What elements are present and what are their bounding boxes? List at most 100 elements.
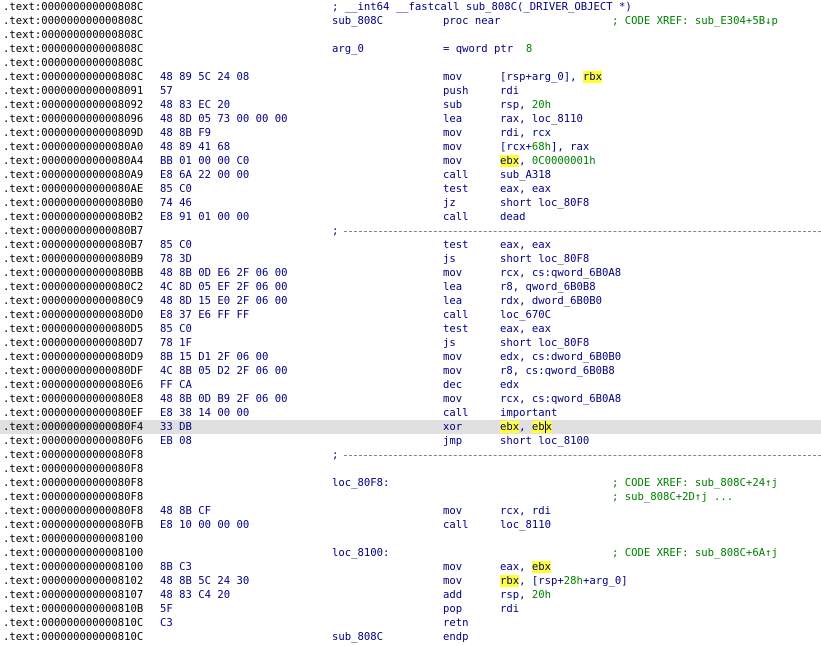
instruction-mnemonic[interactable]: mov bbox=[443, 392, 462, 406]
instruction-operands[interactable]: short loc_80F8 bbox=[500, 196, 589, 210]
line-address[interactable]: .text:000000000000809D bbox=[3, 126, 143, 140]
listing-line[interactable]: .text:00000000000080F8; bbox=[0, 448, 821, 462]
line-address[interactable]: .text:00000000000080F8 bbox=[3, 448, 143, 462]
line-address[interactable]: .text:00000000000080A4 bbox=[3, 154, 143, 168]
listing-line[interactable]: .text:000000000000808C ; __int64 __fastca… bbox=[0, 0, 821, 14]
instruction-operands[interactable]: short loc_80F8 bbox=[500, 336, 589, 350]
instruction-operands[interactable]: eax, eax bbox=[500, 322, 551, 336]
line-address[interactable]: .text:0000000000008096 bbox=[3, 112, 143, 126]
instruction-operands[interactable]: rdi, rcx bbox=[500, 126, 551, 140]
instruction-mnemonic[interactable]: mov bbox=[443, 266, 462, 280]
line-address[interactable]: .text:00000000000080B0 bbox=[3, 196, 143, 210]
line-address[interactable]: .text:00000000000080F8 bbox=[3, 476, 143, 490]
listing-line[interactable]: .text:00000000000080F8 ; sub_808C+2D↑j ..… bbox=[0, 490, 821, 504]
listing-line[interactable]: .text:000000000000809D 48 8B F9 mov rdi, rc… bbox=[0, 126, 821, 140]
line-address[interactable]: .text:00000000000080B9 bbox=[3, 252, 143, 266]
line-address[interactable]: .text:000000000000808C bbox=[3, 70, 143, 84]
listing-line[interactable]: .text:00000000000080B7 85 C0 test eax, eax bbox=[0, 238, 821, 252]
instruction-operands[interactable]: rdi bbox=[500, 84, 519, 98]
line-address[interactable]: .text:00000000000080C9 bbox=[3, 294, 143, 308]
listing-line[interactable]: .text:00000000000080B9 78 3D js short loc_8… bbox=[0, 252, 821, 266]
listing-line[interactable]: .text:000000000000810B 5F pop rdi bbox=[0, 602, 821, 616]
listing-line-selected[interactable]: .text:00000000000080F4 33 DB xor ebx, ebx bbox=[0, 420, 821, 434]
line-address[interactable]: .text:00000000000080E6 bbox=[3, 378, 143, 392]
instruction-operands[interactable]: rcx, cs:qword_6B0A8 bbox=[500, 392, 621, 406]
listing-line[interactable]: .text:00000000000080B2 E8 91 01 00 00 call… bbox=[0, 210, 821, 224]
line-address[interactable]: .text:00000000000080B7 bbox=[3, 238, 143, 252]
instruction-mnemonic[interactable]: jz bbox=[443, 196, 456, 210]
listing-line[interactable]: .text:000000000000810C C3 retn bbox=[0, 616, 821, 630]
listing-line[interactable]: .text:00000000000080B7; bbox=[0, 224, 821, 238]
code-label[interactable]: sub_808C bbox=[332, 14, 383, 28]
line-address[interactable]: .text:00000000000080D0 bbox=[3, 308, 143, 322]
code-label[interactable]: loc_8100: bbox=[332, 546, 389, 560]
instruction-mnemonic[interactable]: test bbox=[443, 322, 469, 336]
instruction-mnemonic[interactable]: mov bbox=[443, 70, 462, 84]
listing-line[interactable]: .text:00000000000080FB E8 10 00 00 00 call… bbox=[0, 518, 821, 532]
listing-line[interactable]: .text:00000000000080A0 48 89 41 68 mov [rcx… bbox=[0, 140, 821, 154]
line-address[interactable]: .text:0000000000008091 bbox=[3, 84, 143, 98]
line-address[interactable]: .text:00000000000080E8 bbox=[3, 392, 143, 406]
instruction-operands[interactable]: ebx, ebx bbox=[500, 420, 553, 434]
line-address[interactable]: .text:00000000000080B7 bbox=[3, 224, 143, 238]
listing-line[interactable]: .text:00000000000080BB 48 8B 0D E6 2F 06 … bbox=[0, 266, 821, 280]
instruction-mnemonic[interactable]: lea bbox=[443, 280, 462, 294]
code-label[interactable]: arg_0 bbox=[332, 42, 364, 56]
instruction-operands[interactable]: ebx, 0C0000001h bbox=[500, 154, 596, 168]
instruction-mnemonic[interactable]: mov bbox=[443, 504, 462, 518]
register-highlight[interactable]: ebx bbox=[531, 561, 552, 573]
instruction-mnemonic[interactable]: lea bbox=[443, 112, 462, 126]
instruction-operands[interactable]: [rcx+68h], rax bbox=[500, 140, 589, 154]
listing-line[interactable]: .text:0000000000008092 48 83 EC 20 sub rsp,… bbox=[0, 98, 821, 112]
listing-line[interactable]: .text:0000000000008102 48 8B 5C 24 30 mov r… bbox=[0, 574, 821, 588]
instruction-mnemonic[interactable]: call bbox=[443, 518, 469, 532]
instruction-operands[interactable]: [rsp+arg_0], rbx bbox=[500, 70, 603, 84]
instruction-operands[interactable]: eax, ebx bbox=[500, 560, 552, 574]
instruction-mnemonic[interactable]: xor bbox=[443, 420, 462, 434]
listing-line[interactable]: .text:00000000000080D5 85 C0 test eax, eax bbox=[0, 322, 821, 336]
listing-line[interactable]: .text:00000000000080D7 78 1F js short loc_8… bbox=[0, 336, 821, 350]
listing-line[interactable]: .text:000000000000808C 48 89 5C 24 08 mov [… bbox=[0, 70, 821, 84]
listing-line[interactable]: .text:00000000000080F8 loc_80F8: ; CODE XR… bbox=[0, 476, 821, 490]
listing-line[interactable]: .text:00000000000080AE 85 C0 test eax, eax bbox=[0, 182, 821, 196]
line-address[interactable]: .text:00000000000080A0 bbox=[3, 140, 143, 154]
line-address[interactable]: .text:0000000000008100 bbox=[3, 546, 143, 560]
listing-line[interactable]: .text:0000000000008107 48 83 C4 20 add rsp,… bbox=[0, 588, 821, 602]
instruction-mnemonic[interactable]: call bbox=[443, 406, 469, 420]
instruction-operands[interactable]: sub_A318 bbox=[500, 168, 551, 182]
listing-line[interactable]: .text:00000000000080C9 48 8D 15 E0 2F 06 … bbox=[0, 294, 821, 308]
line-address[interactable]: .text:00000000000080F8 bbox=[3, 490, 143, 504]
instruction-mnemonic[interactable]: call bbox=[443, 308, 469, 322]
instruction-operands[interactable]: eax, eax bbox=[500, 182, 551, 196]
instruction-mnemonic[interactable]: endp bbox=[443, 630, 469, 644]
line-address[interactable]: .text:00000000000080F6 bbox=[3, 434, 143, 448]
instruction-operands[interactable]: rsp, 20h bbox=[500, 98, 551, 112]
code-label[interactable]: loc_80F8: bbox=[332, 476, 389, 490]
line-address[interactable]: .text:00000000000080F4 bbox=[3, 420, 143, 434]
instruction-mnemonic[interactable]: call bbox=[443, 210, 469, 224]
instruction-mnemonic[interactable]: jmp bbox=[443, 434, 462, 448]
instruction-operands[interactable]: rdi bbox=[500, 602, 519, 616]
disassembly-listing[interactable]: .text:000000000000808C ; __int64 __fastca… bbox=[0, 0, 821, 646]
line-address[interactable]: .text:000000000000810B bbox=[3, 602, 143, 616]
instruction-operands[interactable]: rax, loc_8110 bbox=[500, 112, 583, 126]
line-address[interactable]: .text:0000000000008092 bbox=[3, 98, 143, 112]
listing-line[interactable]: .text:000000000000808C bbox=[0, 28, 821, 42]
line-address[interactable]: .text:000000000000810C bbox=[3, 630, 143, 644]
line-address[interactable]: .text:000000000000808C bbox=[3, 42, 143, 56]
line-address[interactable]: .text:00000000000080D7 bbox=[3, 336, 143, 350]
line-address[interactable]: .text:0000000000008100 bbox=[3, 560, 143, 574]
instruction-operands[interactable]: dead bbox=[500, 210, 526, 224]
line-address[interactable]: .text:00000000000080D9 bbox=[3, 350, 143, 364]
line-address[interactable]: .text:00000000000080AE bbox=[3, 182, 143, 196]
instruction-mnemonic[interactable]: mov bbox=[443, 364, 462, 378]
listing-line[interactable]: .text:00000000000080A4 BB 01 00 00 C0 mov e… bbox=[0, 154, 821, 168]
register-highlight[interactable]: rbx bbox=[500, 575, 520, 587]
line-address[interactable]: .text:0000000000008100 bbox=[3, 532, 143, 546]
xref-comment[interactable]: ; CODE XREF: sub_E304+5B↓p bbox=[612, 14, 778, 28]
line-address[interactable]: .text:0000000000008107 bbox=[3, 588, 143, 602]
listing-line[interactable]: .text:00000000000080D9 8B 15 D1 2F 06 00 m… bbox=[0, 350, 821, 364]
line-address[interactable]: .text:000000000000808C bbox=[3, 56, 143, 70]
listing-line[interactable]: .text:00000000000080DF 4C 8B 05 D2 2F 06 … bbox=[0, 364, 821, 378]
listing-line[interactable]: .text:0000000000008100 8B C3 mov eax, ebx bbox=[0, 560, 821, 574]
